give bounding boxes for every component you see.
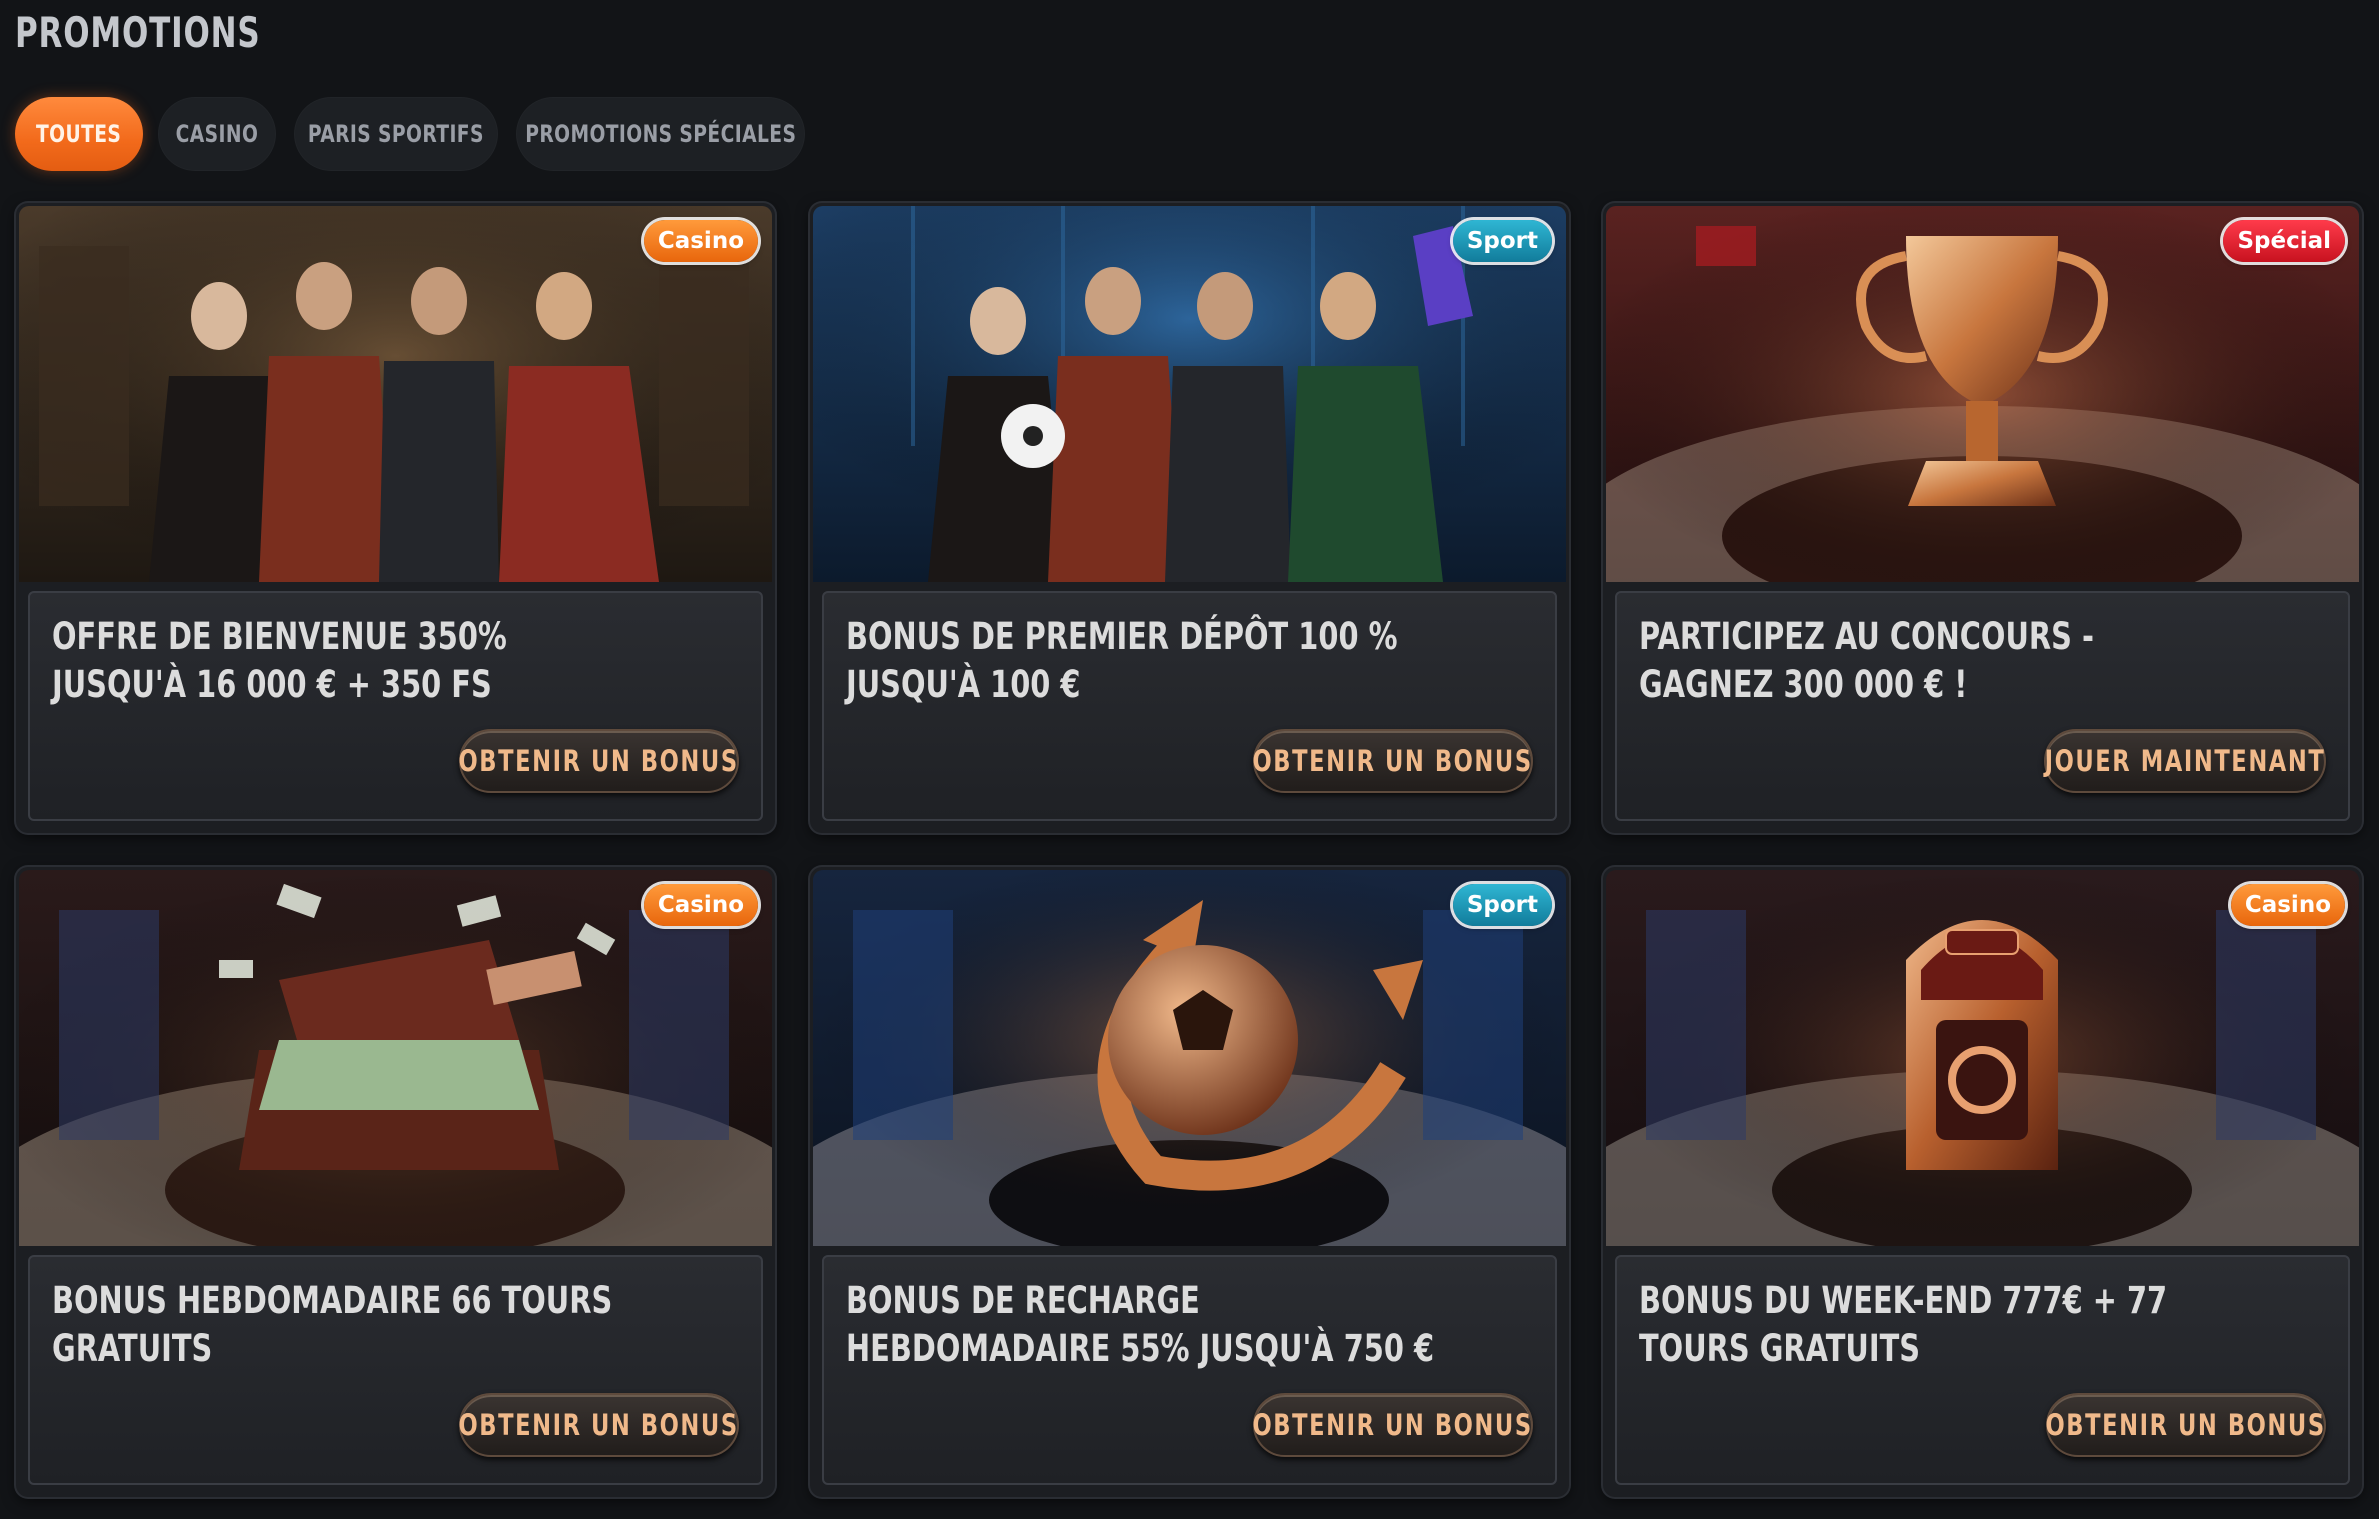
sport-hosts-football-illustration[interactable]: Sport — [813, 206, 1566, 582]
money-suitcase-mon-thu-illustration[interactable]: Casino — [19, 870, 772, 1246]
tab-sports-betting[interactable]: PARIS SPORTIFS — [294, 97, 498, 171]
category-badge: Spécial — [2223, 220, 2345, 262]
button-label: OBTENIR UN BONUS — [2045, 1408, 2327, 1442]
get-bonus-button[interactable]: OBTENIR UN BONUS — [1253, 1393, 1533, 1457]
promo-card-weekend-bonus[interactable]: Casino BONUS DU WEEK-END 777€ + 77 TOURS… — [1603, 867, 2362, 1497]
category-badge: Casino — [643, 884, 758, 926]
promotions-page: PROMOTIONS TOUTES CASINO PARIS SPORTIFS … — [0, 0, 2379, 1519]
promo-info: BONUS HEBDOMADAIRE 66 TOURS GRATUITS OBT… — [28, 1255, 763, 1485]
get-bonus-button[interactable]: OBTENIR UN BONUS — [459, 729, 739, 793]
button-label: OBTENIR UN BONUS — [1252, 744, 1534, 778]
tab-special-promotions[interactable]: PROMOTIONS SPÉCIALES — [516, 97, 805, 171]
category-badge: Casino — [643, 220, 758, 262]
promo-card-weekly-free-spins[interactable]: Casino BONUS HEBDOMADAIRE 66 TOURS GRATU… — [16, 867, 775, 1497]
category-badge: Casino — [2230, 884, 2345, 926]
tab-label: PROMOTIONS SPÉCIALES — [524, 120, 797, 148]
category-badge: Sport — [1452, 220, 1552, 262]
football-arrow-illustration[interactable]: Sport — [813, 870, 1566, 1246]
get-bonus-button[interactable]: OBTENIR UN BONUS — [2046, 1393, 2326, 1457]
tab-all[interactable]: TOUTES — [15, 97, 143, 171]
promo-info: OFFRE DE BIENVENUE 350% JUSQU'À 16 000 €… — [28, 591, 763, 821]
button-label: JOUER MAINTENANT — [2044, 744, 2326, 778]
page-title: PROMOTIONS — [15, 8, 261, 57]
play-now-button[interactable]: JOUER MAINTENANT — [2044, 729, 2326, 793]
get-bonus-button[interactable]: OBTENIR UN BONUS — [1253, 729, 1533, 793]
casino-hosts-illustration[interactable]: Casino — [19, 206, 772, 582]
promo-info: BONUS DE PREMIER DÉPÔT 100 % JUSQU'À 100… — [822, 591, 1557, 821]
gransino-trophy-illustration[interactable]: Spécial — [1606, 206, 2359, 582]
promo-headline: PARTICIPEZ AU CONCOURS - GAGNEZ 300 000 … — [1639, 615, 2094, 706]
promo-info: BONUS DU WEEK-END 777€ + 77 TOURS GRATUI… — [1615, 1255, 2350, 1485]
tab-label: TOUTES — [36, 120, 122, 148]
tab-casino[interactable]: CASINO — [158, 97, 276, 171]
promo-card-contest[interactable]: Spécial PARTICIPEZ AU CONCOURS - GAGNEZ … — [1603, 203, 2362, 833]
promo-headline: BONUS HEBDOMADAIRE 66 TOURS GRATUITS — [52, 1279, 613, 1370]
get-bonus-button[interactable]: OBTENIR UN BONUS — [459, 1393, 739, 1457]
promo-card-first-deposit[interactable]: Sport BONUS DE PREMIER DÉPÔT 100 % JUSQU… — [810, 203, 1569, 833]
button-label: OBTENIR UN BONUS — [1252, 1408, 1534, 1442]
promo-info: BONUS DE RECHARGE HEBDOMADAIRE 55% JUSQU… — [822, 1255, 1557, 1485]
fri-sun-slot-machine-illustration[interactable]: Casino — [1606, 870, 2359, 1246]
button-label: OBTENIR UN BONUS — [458, 1408, 740, 1442]
promo-headline: OFFRE DE BIENVENUE 350% JUSQU'À 16 000 €… — [52, 615, 507, 706]
category-badge: Sport — [1452, 884, 1552, 926]
promo-headline: BONUS DU WEEK-END 777€ + 77 TOURS GRATUI… — [1639, 1279, 2168, 1370]
tab-label: PARIS SPORTIFS — [307, 120, 485, 148]
promo-card-welcome[interactable]: Casino OFFRE DE BIENVENUE 350% JUSQU'À 1… — [16, 203, 775, 833]
promo-card-weekly-reload[interactable]: Sport BONUS DE RECHARGE HEBDOMADAIRE 55%… — [810, 867, 1569, 1497]
tab-label: CASINO — [175, 120, 259, 148]
button-label: OBTENIR UN BONUS — [458, 744, 740, 778]
promo-headline: BONUS DE PREMIER DÉPÔT 100 % JUSQU'À 100… — [846, 615, 1398, 706]
promo-info: PARTICIPEZ AU CONCOURS - GAGNEZ 300 000 … — [1615, 591, 2350, 821]
promo-headline: BONUS DE RECHARGE HEBDOMADAIRE 55% JUSQU… — [846, 1279, 1435, 1370]
